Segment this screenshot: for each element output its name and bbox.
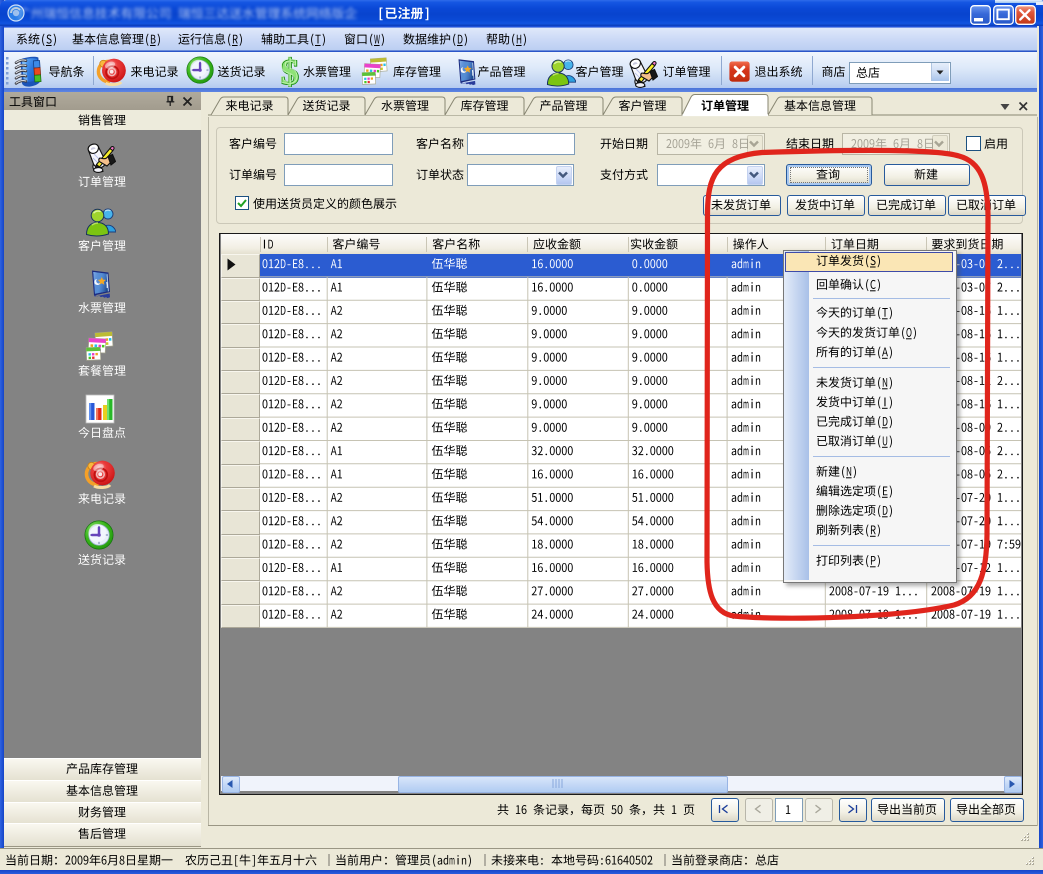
- svg-text:$: $: [280, 55, 298, 87]
